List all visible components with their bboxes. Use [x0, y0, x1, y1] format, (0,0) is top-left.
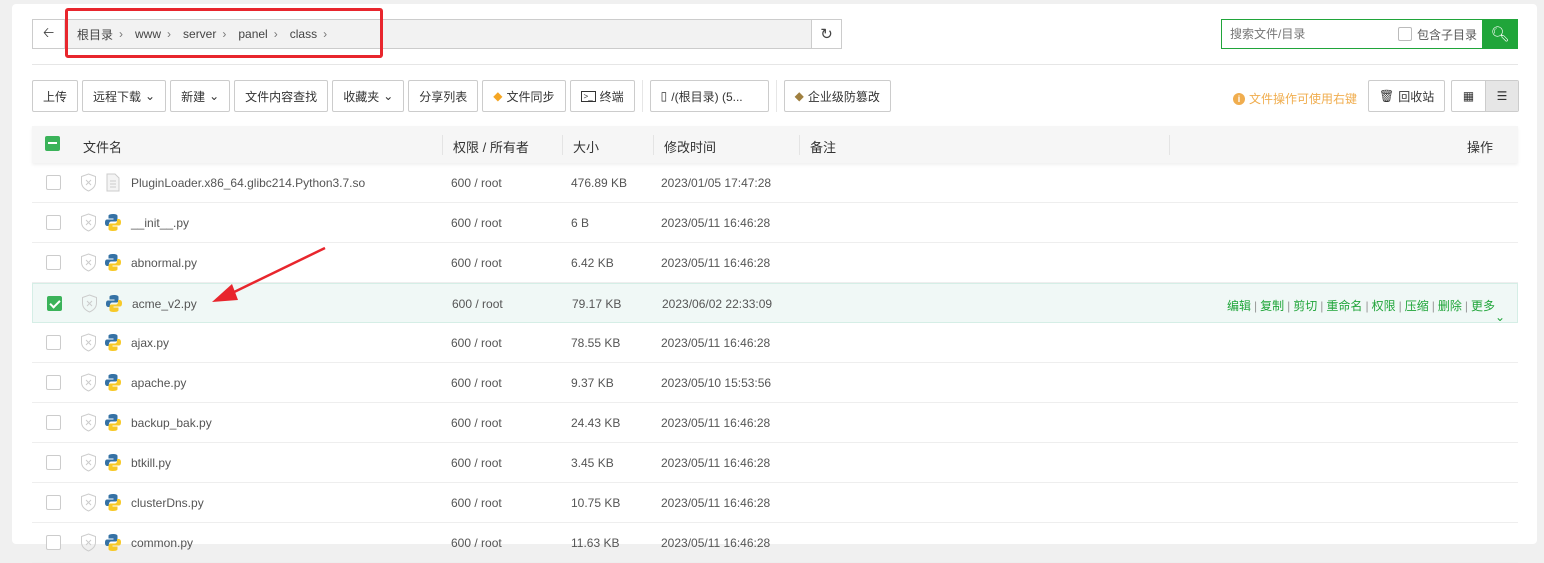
file-name[interactable]: common.py — [131, 536, 193, 550]
file-mtime: 2023/05/11 16:46:28 — [661, 536, 771, 550]
file-size: 11.63 KB — [571, 536, 620, 550]
annotation-arrow — [212, 246, 326, 302]
file-perm[interactable]: 600 / root — [451, 536, 502, 550]
